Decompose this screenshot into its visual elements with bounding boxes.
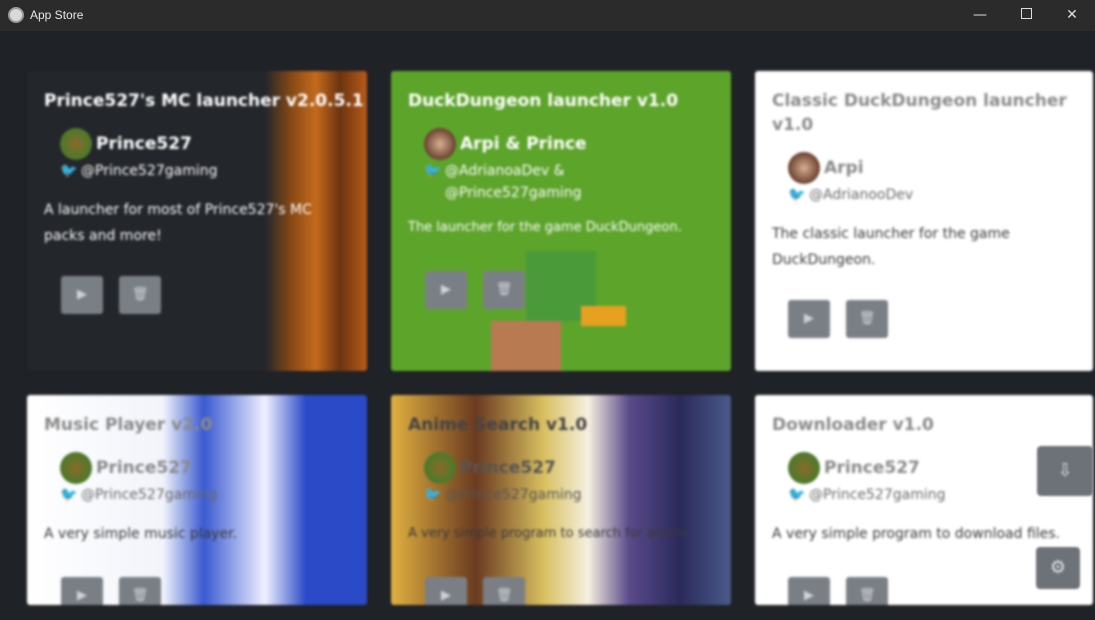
card-title: Music Player v2.0	[44, 415, 213, 435]
trash-icon: 🗑	[858, 311, 876, 326]
twitter-handle[interactable]: @AdrianoaDev & @Prince527gaming	[423, 160, 614, 204]
avatar	[788, 152, 820, 184]
gear-icon: ⚙	[1049, 557, 1067, 578]
card-description: The classic launcher for the game DuckDu…	[772, 226, 1010, 268]
handle-row: 🐦 @Prince527gaming	[788, 484, 946, 506]
card-title: Downloader v1.0	[772, 415, 934, 435]
author-name: Arpi & Prince	[460, 134, 587, 154]
author-row: Arpi	[788, 152, 864, 184]
twitter-handle[interactable]: @Prince527gaming	[81, 160, 218, 182]
card-description: A launcher for most of Prince527's MC pa…	[44, 202, 312, 244]
app-card-music-player: Music Player v2.0 Prince527 🐦 @Prince527…	[27, 395, 367, 605]
author-name: Prince527	[96, 458, 192, 478]
window-title: App Store	[30, 8, 84, 22]
twitter-icon: 🐦	[60, 163, 78, 179]
play-icon: ▶	[77, 287, 87, 302]
play-icon: ▶	[441, 282, 451, 297]
play-icon: ▶	[804, 311, 814, 326]
maximize-button[interactable]	[1003, 0, 1049, 31]
author-row: Prince527	[424, 452, 556, 484]
play-icon: ▶	[77, 588, 87, 603]
title-bar: App Store — ✕	[0, 0, 1095, 31]
play-button[interactable]: ▶	[788, 300, 830, 338]
card-description: The launcher for the game DuckDungeon.	[408, 220, 682, 235]
download-fab[interactable]: ⇩	[1037, 446, 1093, 496]
avatar	[60, 128, 92, 160]
twitter-icon: 🐦	[424, 487, 442, 503]
trash-icon: 🗑	[495, 282, 513, 297]
delete-button[interactable]: 🗑	[483, 271, 525, 309]
delete-button[interactable]: 🗑	[119, 577, 161, 605]
app-card-classic-duckdungeon: Classic DuckDungeon launcher v1.0 Arpi 🐦…	[755, 71, 1093, 371]
card-description: A very simple program to download files.	[772, 526, 1061, 542]
download-icon: ⇩	[1057, 460, 1073, 481]
app-card-anime-search: Anime Search v1.0 Prince527 🐦 @Prince527…	[391, 395, 731, 605]
avatar	[424, 128, 456, 160]
handle-row: 🐦 @AdrianooDev	[788, 184, 913, 206]
card-description: A very simple music player.	[44, 526, 238, 542]
handle-row: 🐦 @Prince527gaming	[60, 484, 218, 506]
settings-fab[interactable]: ⚙	[1036, 547, 1080, 589]
app-store-icon	[8, 7, 24, 23]
twitter-icon: 🐦	[60, 487, 78, 503]
delete-button[interactable]: 🗑	[846, 300, 888, 338]
card-title: Prince527's MC launcher v2.0.5.1	[44, 91, 364, 111]
twitter-handle[interactable]: @Prince527gaming	[445, 484, 582, 506]
card-title: Anime Search v1.0	[408, 415, 588, 435]
close-button[interactable]: ✕	[1049, 0, 1095, 31]
play-button[interactable]: ▶	[425, 577, 467, 605]
play-button[interactable]: ▶	[61, 276, 103, 314]
trash-icon: 🗑	[495, 588, 513, 603]
avatar	[788, 452, 820, 484]
author-row: Prince527	[60, 452, 192, 484]
app-card-duckdungeon-launcher: DuckDungeon launcher v1.0 Arpi & Prince …	[391, 71, 731, 371]
play-button[interactable]: ▶	[425, 271, 467, 309]
twitter-handle[interactable]: @Prince527gaming	[81, 484, 218, 506]
avatar	[424, 452, 456, 484]
play-icon: ▶	[804, 588, 814, 603]
twitter-handle[interactable]: @AdrianooDev	[809, 184, 913, 206]
author-name: Arpi	[824, 158, 864, 178]
duck-artwork	[491, 251, 631, 371]
handle-row: 🐦 @Prince527gaming	[424, 484, 582, 506]
card-description: A very simple program to search for anim…	[408, 526, 692, 541]
twitter-handle[interactable]: @Prince527gaming	[809, 484, 946, 506]
card-title: Classic DuckDungeon launcher v1.0	[772, 91, 1067, 135]
play-button[interactable]: ▶	[788, 577, 830, 605]
twitter-icon: 🐦	[788, 187, 806, 203]
author-name: Prince527	[824, 458, 920, 478]
delete-button[interactable]: 🗑	[846, 577, 888, 605]
trash-icon: 🗑	[858, 588, 876, 603]
author-row: Prince527	[788, 452, 920, 484]
author-name: Prince527	[460, 458, 556, 478]
minimize-button[interactable]: —	[957, 0, 1003, 31]
delete-button[interactable]: 🗑	[483, 577, 525, 605]
handle-row: 🐦 @AdrianoaDev & @Prince527gaming	[424, 160, 614, 204]
card-title: DuckDungeon launcher v1.0	[408, 91, 679, 111]
play-button[interactable]: ▶	[61, 577, 103, 605]
maximize-icon	[1020, 8, 1032, 19]
author-row: Arpi & Prince	[424, 128, 587, 160]
author-name: Prince527	[96, 134, 192, 154]
app-grid[interactable]: Prince527's MC launcher v2.0.5.1 Prince5…	[0, 31, 1095, 620]
app-card-mc-launcher: Prince527's MC launcher v2.0.5.1 Prince5…	[27, 71, 367, 371]
delete-button[interactable]: 🗑	[119, 276, 161, 314]
play-icon: ▶	[441, 588, 451, 603]
trash-icon: 🗑	[131, 287, 149, 302]
twitter-icon: 🐦	[788, 487, 806, 503]
author-row: Prince527	[60, 128, 192, 160]
avatar	[60, 452, 92, 484]
handle-row: 🐦 @Prince527gaming	[60, 160, 218, 182]
trash-icon: 🗑	[131, 588, 149, 603]
